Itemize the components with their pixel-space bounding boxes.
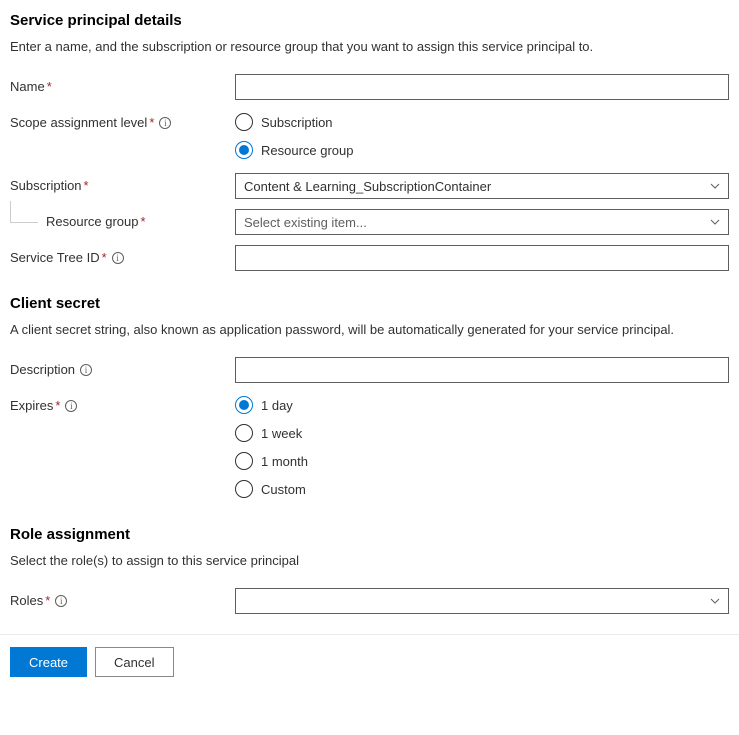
section-desc-secret: A client secret string, also known as ap… [10, 322, 729, 337]
radio-icon [235, 113, 253, 131]
subscription-select[interactable]: Content & Learning_SubscriptionContainer [235, 173, 729, 199]
service-tree-id-input[interactable] [235, 245, 729, 271]
footer-separator [0, 634, 739, 635]
section-heading-secret: Client secret [10, 295, 729, 312]
section-heading-role: Role assignment [10, 526, 729, 543]
label-expires: Expires* i [10, 393, 235, 413]
description-input[interactable] [235, 357, 729, 383]
chevron-down-icon [710, 217, 720, 227]
scope-radio-resource-group[interactable]: Resource group [235, 141, 729, 159]
label-subscription: Subscription* [10, 173, 235, 193]
info-icon[interactable]: i [159, 117, 171, 129]
scope-radio-subscription[interactable]: Subscription [235, 113, 729, 131]
info-icon[interactable]: i [65, 400, 77, 412]
scope-radio-group: Subscription Resource group [235, 110, 729, 159]
resource-group-select[interactable]: Select existing item... [235, 209, 729, 235]
section-heading-details: Service principal details [10, 12, 729, 29]
chevron-down-icon [710, 181, 720, 191]
roles-select[interactable] [235, 588, 729, 614]
radio-icon [235, 424, 253, 442]
name-input[interactable] [235, 74, 729, 100]
info-icon[interactable]: i [80, 364, 92, 376]
info-icon[interactable]: i [55, 595, 67, 607]
expires-radio-1month[interactable]: 1 month [235, 452, 729, 470]
label-roles: Roles* i [10, 588, 235, 608]
label-description: Description i [10, 357, 235, 377]
info-icon[interactable]: i [112, 252, 124, 264]
label-resource-group: Resource group* [10, 209, 235, 229]
expires-radio-1week[interactable]: 1 week [235, 424, 729, 442]
label-service-tree-id: Service Tree ID* i [10, 245, 235, 265]
radio-icon [235, 141, 253, 159]
cancel-button[interactable]: Cancel [95, 647, 173, 677]
tree-connector [10, 201, 38, 223]
footer: Create Cancel [10, 647, 729, 677]
expires-radio-custom[interactable]: Custom [235, 480, 729, 498]
radio-icon [235, 452, 253, 470]
section-desc-details: Enter a name, and the subscription or re… [10, 39, 729, 54]
radio-icon [235, 480, 253, 498]
section-desc-role: Select the role(s) to assign to this ser… [10, 553, 729, 568]
label-scope: Scope assignment level* i [10, 110, 235, 130]
expires-radio-group: 1 day 1 week 1 month Custom [235, 393, 729, 498]
expires-radio-1day[interactable]: 1 day [235, 396, 729, 414]
create-button[interactable]: Create [10, 647, 87, 677]
chevron-down-icon [710, 596, 720, 606]
label-name: Name* [10, 74, 235, 94]
radio-icon [235, 396, 253, 414]
